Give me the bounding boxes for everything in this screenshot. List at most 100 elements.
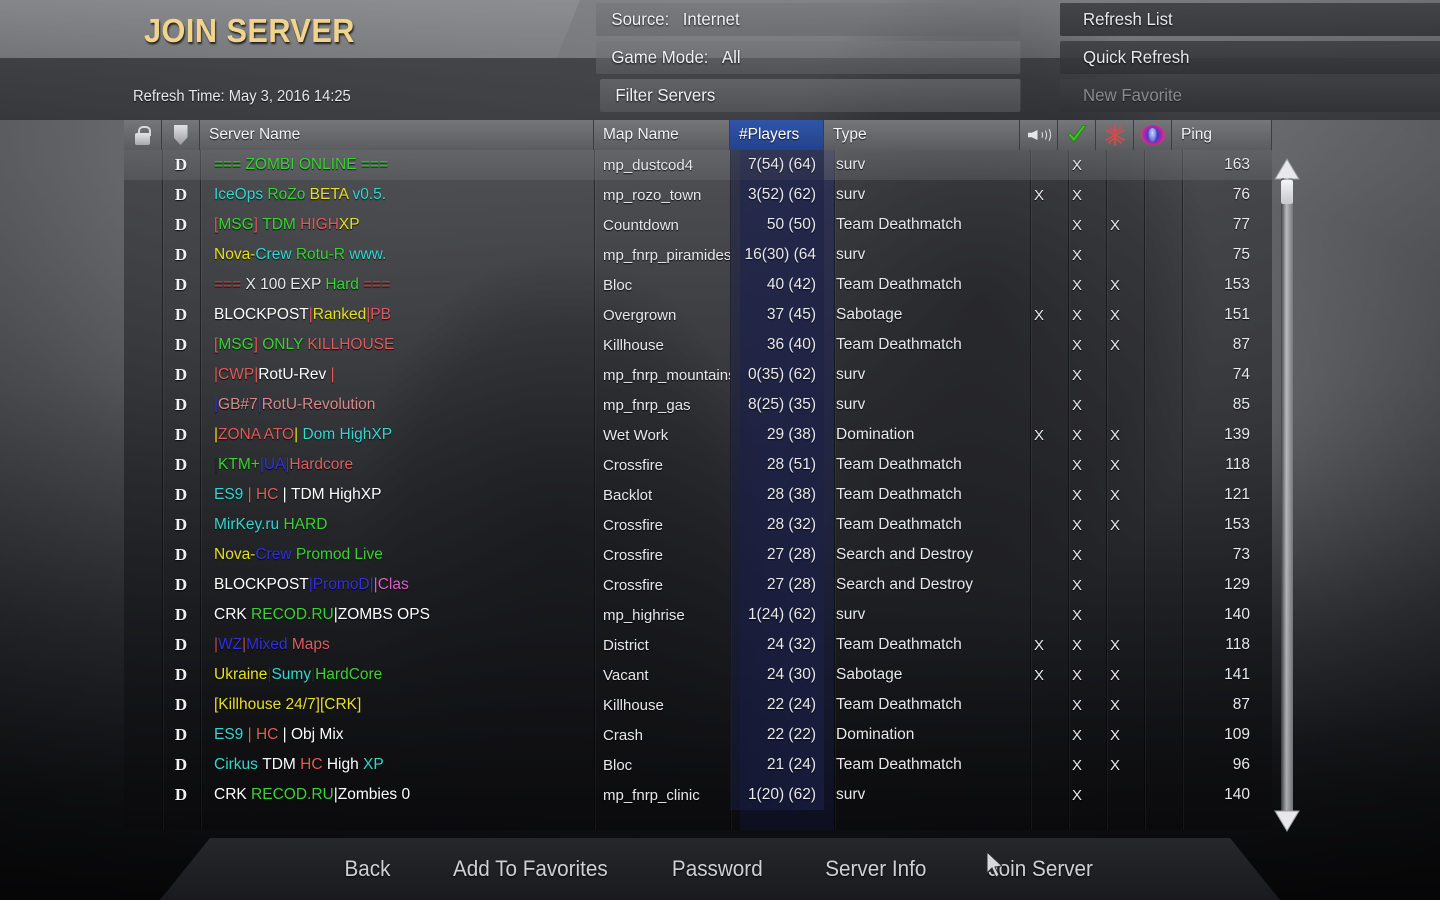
cell-dedicated-flag: [1134, 690, 1172, 720]
cell-type: Team Deathmatch: [836, 486, 962, 503]
quick-refresh-button[interactable]: Quick Refresh: [1060, 41, 1440, 74]
cell-pure-flag: X: [1071, 426, 1082, 444]
server-list-body[interactable]: D === ZOMBI ONLINE === mp_dustcod4 7(54) (6…: [124, 150, 1272, 830]
server-name-segment: RotU-Revolution: [261, 396, 376, 413]
table-row[interactable]: D | WZ | Mixed Maps District 24 (32) Team Death…: [124, 630, 1272, 660]
table-row[interactable]: D Cirkus TDM HC High XP Bloc 21 (24) Team De…: [124, 750, 1272, 780]
table-row[interactable]: D [Killhouse 24/7][CRK] Killhouse 22 (24) Te…: [124, 690, 1272, 720]
cell-dedicated-marker: D: [174, 335, 188, 354]
cell-players: 29 (38): [730, 420, 824, 450]
table-row[interactable]: D [MSG] ONLY KILLHOUSE Killhouse 36 (40) Tea…: [124, 330, 1272, 360]
server-name-segment: ===: [214, 156, 246, 173]
cell-mod-flag: [1096, 600, 1134, 630]
cell-password: [124, 210, 162, 240]
cell-pure-flag: X: [1071, 306, 1082, 324]
cell-mod-flag: [1096, 150, 1134, 180]
table-row[interactable]: D Nova- Crew Rotu-R www. mp_fnrp_piramides 1…: [124, 240, 1272, 270]
table-row[interactable]: D BLOCKPOST | Ranked | PB Overgrown 37 (45) Sabo…: [124, 300, 1272, 330]
cell-type: Team Deathmatch: [836, 276, 962, 293]
table-row[interactable]: D === ZOMBI ONLINE === mp_dustcod4 7(54) (6…: [124, 150, 1272, 180]
table-row[interactable]: D | KTM+ | UA | Hardcore Crossfire 28 (51) Team D…: [124, 450, 1272, 480]
cell-pure-flag: X: [1071, 156, 1082, 174]
bottom-button-back[interactable]: Back: [319, 856, 418, 882]
cell-map-name: Overgrown: [603, 306, 677, 324]
cell-server-name: Cirkus TDM HC High XP: [200, 750, 594, 780]
cell-players: 22 (24): [730, 690, 824, 720]
bottom-button-server-info[interactable]: Server Info: [799, 856, 953, 882]
column-header-type[interactable]: Type: [824, 120, 1020, 150]
bottom-button-password[interactable]: Password: [646, 856, 789, 882]
column-header-voice[interactable]: [1020, 120, 1058, 150]
gamemode-selector[interactable]: Game Mode: All: [596, 41, 1021, 74]
cell-password: [124, 360, 162, 390]
table-row[interactable]: D CRK RECOD.RU | ZOMBS OPS mp_highrise 1(24) …: [124, 600, 1272, 630]
column-header-password[interactable]: [124, 120, 162, 150]
column-header-modded[interactable]: [1096, 120, 1134, 150]
table-row[interactable]: D | GB#7 | RotU-Revolution mp_fnrp_gas 8(25) (…: [124, 390, 1272, 420]
scrollbar-thumb[interactable]: [1281, 180, 1293, 204]
cell-type: Search and Destroy: [836, 546, 973, 563]
source-selector[interactable]: Source: Internet: [596, 3, 1021, 36]
scroll-up-arrow-icon[interactable]: [1274, 158, 1300, 180]
column-header-players[interactable]: #Players: [730, 120, 824, 150]
column-header-map-name[interactable]: Map Name: [594, 120, 730, 150]
cell-type: surv: [836, 156, 866, 173]
table-row[interactable]: D [MSG] TDM HIGH XP Countdown 50 (50) Team De…: [124, 210, 1272, 240]
cell-mod-flag: [1096, 570, 1134, 600]
bottom-button-add-to-favorites[interactable]: Add To Favorites: [427, 856, 634, 882]
server-list-scrollbar[interactable]: [1272, 150, 1302, 840]
table-row[interactable]: D === X 100 EXP Hard === Bloc 40 (42) Team D…: [124, 270, 1272, 300]
cell-ping: 77: [1232, 216, 1250, 233]
cell-mod-flag: [1096, 540, 1134, 570]
table-row[interactable]: D | CWP | RotU-Rev | mp_fnrp_mountains 0(35) (…: [124, 360, 1272, 390]
table-row[interactable]: D CRK RECOD.RU | Zombies 0 mp_fnrp_clinic 1(2…: [124, 780, 1272, 810]
table-row[interactable]: D | ZONA ATO | Dom HighXP Wet Work 29 (38) Dom…: [124, 420, 1272, 450]
cell-dedicated-flag: [1134, 600, 1172, 630]
table-row[interactable]: D Nova- Crew Promod Live Crossfire 27 (28) Se…: [124, 540, 1272, 570]
cell-dedicated-flag: [1134, 780, 1172, 810]
cell-mod-flag: X: [1109, 666, 1120, 684]
table-row[interactable]: D Ukraine | Sumy | HardCore Vacant 24 (30) Sabot…: [124, 660, 1272, 690]
server-name-segment: GB#7: [218, 396, 258, 413]
column-header-server-name[interactable]: Server Name: [200, 120, 594, 150]
cell-map-name: Killhouse: [603, 696, 664, 714]
cell-ping: 109: [1224, 726, 1250, 743]
cell-map-name: mp_dustcod4: [603, 156, 694, 174]
cell-dedicated-flag: [1134, 270, 1172, 300]
red-star-icon: [1104, 124, 1125, 146]
table-row[interactable]: D MirKey.ru HARD Crossfire 28 (32) Team Deat…: [124, 510, 1272, 540]
cell-dedicated-marker: D: [174, 425, 188, 444]
column-header-mods[interactable]: [162, 120, 200, 150]
cell-type: surv: [836, 396, 866, 413]
server-name-segment: Nova-: [214, 246, 256, 263]
cell-ping: 74: [1232, 366, 1250, 383]
cell-ping: 118: [1225, 636, 1250, 653]
cell-type: Team Deathmatch: [836, 696, 962, 713]
cell-players: 40 (42): [730, 270, 824, 300]
table-row[interactable]: D IceOps RoZo BETA v0.5. mp_rozo_town 3(52)…: [124, 180, 1272, 210]
server-name-segment: BETA: [309, 186, 353, 203]
cell-players: 24 (30): [730, 660, 824, 690]
table-row[interactable]: D ES9 | HC | TDM HighXP Backlot 28 (38) Team…: [124, 480, 1272, 510]
cell-pure-flag: X: [1071, 186, 1082, 204]
table-row[interactable]: D BLOCKPOST | PromoD | | Clas Crossfire 27 (28) S…: [124, 570, 1272, 600]
cell-voice-flag: [1020, 510, 1058, 540]
column-header-pure[interactable]: [1058, 120, 1096, 150]
filter-servers-button[interactable]: Filter Servers: [600, 79, 1021, 112]
scroll-down-arrow-icon[interactable]: [1274, 810, 1300, 832]
server-name-segment: ES9: [214, 726, 248, 743]
cell-players: 0(35) (62): [730, 360, 824, 390]
column-header-ping[interactable]: Ping: [1172, 120, 1272, 150]
cell-map-name: mp_highrise: [603, 606, 685, 624]
column-header-dedicated[interactable]: [1134, 120, 1172, 150]
cell-map-name: Bloc: [603, 276, 633, 294]
cell-map-name: mp_rozo_town: [603, 186, 702, 204]
scrollbar-track[interactable]: [1281, 178, 1293, 812]
server-name-segment: HC: [255, 486, 283, 503]
cell-players: 24 (32): [730, 630, 824, 660]
table-row[interactable]: D ES9 | HC | Obj Mix Crash 22 (22) Dominatio…: [124, 720, 1272, 750]
refresh-list-button[interactable]: Refresh List: [1060, 3, 1440, 36]
cell-password: [124, 690, 162, 720]
cell-ping: 76: [1232, 186, 1250, 203]
cell-players: 1(24) (62): [730, 600, 824, 630]
